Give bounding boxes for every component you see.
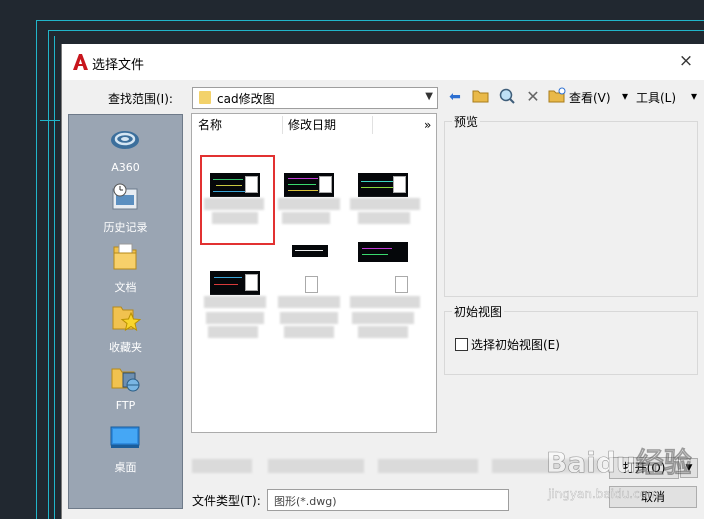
- place-label: 文档: [114, 281, 137, 294]
- blurred-filename: [282, 212, 330, 224]
- file-thumbnail[interactable]: [292, 245, 328, 257]
- look-in-dropdown[interactable]: cad修改图 ▼: [192, 87, 438, 109]
- baidu-paw-icon: Baidu经验 jingyan.baidu.com: [546, 446, 692, 501]
- preview-label: 预览: [452, 113, 481, 130]
- history-icon: [112, 183, 138, 210]
- file-type-dropdown[interactable]: 图形(*.dwg): [267, 489, 509, 511]
- cad-frame-line: [54, 36, 55, 519]
- column-header-modified[interactable]: 修改日期: [288, 114, 336, 136]
- place-ftp[interactable]: FTP: [69, 361, 182, 419]
- blurred-filename: [352, 312, 414, 324]
- ftp-icon: [111, 368, 140, 392]
- baidu-watermark: Baidu经验 jingyan.baidu.com: [546, 438, 696, 508]
- place-label: 收藏夹: [109, 341, 142, 354]
- up-folder-icon[interactable]: [471, 87, 491, 107]
- blurred-filename: [208, 326, 258, 338]
- view-menu[interactable]: 查看(V): [569, 89, 611, 106]
- file-type-label: 文件类型(T):: [192, 494, 261, 508]
- place-a360[interactable]: A360: [69, 123, 182, 181]
- file-thumbnail[interactable]: [358, 173, 408, 197]
- tools-menu-arrow[interactable]: ▾: [691, 89, 697, 103]
- new-folder-icon[interactable]: [547, 87, 567, 107]
- blurred-filename: [278, 296, 340, 308]
- blurred-filename: [358, 326, 408, 338]
- view-menu-arrow[interactable]: ▾: [622, 89, 628, 103]
- file-type-value: 图形(*.dwg): [274, 495, 337, 508]
- dwg-file-icon: [395, 276, 408, 293]
- blurred-filename: [284, 326, 334, 338]
- selection-highlight: [200, 155, 275, 245]
- file-thumbnail[interactable]: [292, 276, 320, 293]
- watermark-line2: jingyan.baidu.com: [547, 487, 659, 501]
- chevron-down-icon: ▼: [425, 91, 433, 102]
- blurred-filename: [278, 198, 340, 210]
- blurred-filename: [206, 312, 264, 324]
- places-bar: A360 历史记录 文档 收藏夹 FTP 桌面: [68, 114, 183, 509]
- column-separator: [282, 116, 283, 134]
- column-separator: [372, 116, 373, 134]
- dwg-file-icon: [305, 276, 318, 293]
- file-thumbnail[interactable]: [210, 271, 260, 295]
- cad-frame-line: [36, 20, 37, 519]
- folder-icon: [199, 91, 211, 104]
- place-label: FTP: [115, 399, 136, 412]
- close-button[interactable]: ×: [675, 50, 697, 72]
- cad-frame-line: [48, 30, 49, 519]
- look-in-value: cad修改图: [217, 92, 275, 106]
- place-label: A360: [111, 161, 140, 174]
- file-list[interactable]: 名称 修改日期 »: [191, 113, 437, 433]
- dwg-file-icon: [245, 274, 258, 291]
- dialog-title: 选择文件: [92, 58, 145, 73]
- delete-icon[interactable]: ✕: [523, 87, 543, 107]
- favorites-icon: [112, 306, 141, 332]
- search-web-icon[interactable]: [497, 87, 517, 107]
- place-label: 历史记录: [103, 221, 148, 234]
- desktop-icon: [110, 426, 140, 448]
- place-favorites[interactable]: 收藏夹: [69, 301, 182, 359]
- initial-view-group: 初始视图 选择初始视图(E): [444, 303, 698, 375]
- preview-group: 预览: [444, 113, 698, 297]
- place-history[interactable]: 历史记录: [69, 181, 182, 239]
- title-bar: 选择文件 ×: [62, 44, 704, 80]
- column-more-icon[interactable]: »: [424, 114, 431, 136]
- look-in-label: 查找范围(I):: [108, 92, 173, 106]
- dwg-file-icon: [393, 176, 406, 193]
- place-desktop[interactable]: 桌面: [69, 421, 182, 479]
- initial-view-label: 初始视图: [452, 303, 505, 320]
- toolbar: ⬅ ✕ 查看(V) ▾ 工具(L) ▾: [445, 85, 704, 109]
- column-header-name[interactable]: 名称: [198, 114, 222, 136]
- blurred-filename: [358, 212, 410, 224]
- select-initial-view-label[interactable]: 选择初始视图(E): [471, 336, 560, 353]
- cad-frame-line: [36, 20, 704, 21]
- blurred-filename: [204, 296, 266, 308]
- tools-menu[interactable]: 工具(L): [636, 89, 676, 106]
- file-thumbnail[interactable]: [284, 173, 334, 197]
- place-label: 桌面: [114, 461, 137, 474]
- back-icon[interactable]: ⬅: [445, 87, 465, 107]
- blurred-filename: [350, 198, 420, 210]
- autocad-logo-icon: [73, 54, 88, 70]
- select-initial-view-checkbox[interactable]: [455, 338, 468, 351]
- cad-frame-line: [48, 30, 704, 31]
- blurred-filename: [280, 312, 338, 324]
- blurred-filename: [350, 296, 420, 308]
- watermark-line1: Baidu经验: [546, 446, 692, 479]
- dwg-file-icon: [319, 176, 332, 193]
- cloud-icon: [111, 131, 139, 149]
- file-thumbnail[interactable]: [358, 242, 408, 262]
- place-documents[interactable]: 文档: [69, 241, 182, 299]
- cad-frame-line: [40, 120, 60, 121]
- documents-icon: [113, 243, 137, 270]
- file-thumbnail[interactable]: [382, 276, 410, 293]
